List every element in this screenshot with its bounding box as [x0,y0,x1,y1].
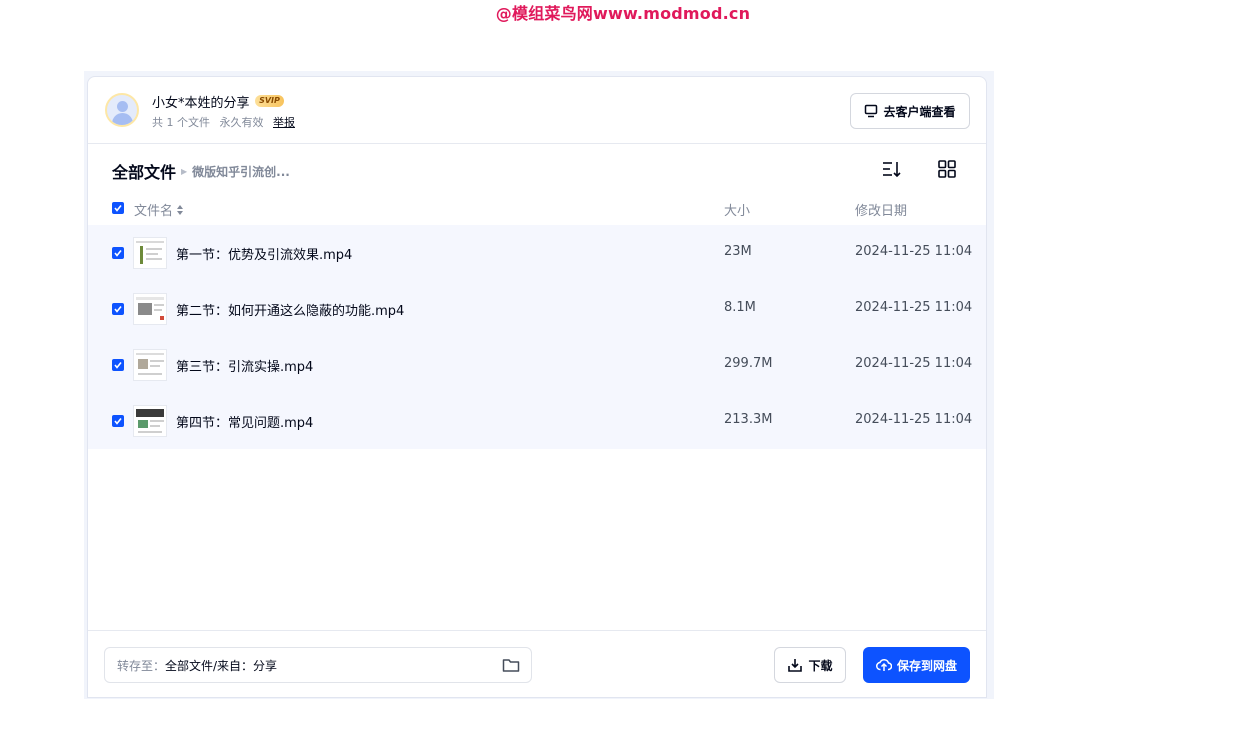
column-date: 修改日期 [855,204,908,219]
monitor-icon [865,104,878,118]
chevron-right-icon: ▶ [181,166,188,176]
share-footer: 转存至： 全部文件/来自：分享 下载 保存到网盘 [88,630,986,698]
video-thumbnail [133,405,167,437]
file-row[interactable]: 第二节：如何开通这么隐蔽的功能.mp4 8.1M 2024-11-25 11:0… [88,281,986,337]
row-checkbox[interactable] [112,303,124,315]
share-meta: 共 1 个文件 永久有效 举报 [152,114,301,130]
download-icon [788,659,803,672]
select-all-checkbox[interactable] [112,202,124,214]
report-link[interactable]: 举报 [273,116,295,129]
checkmark-icon [114,418,122,425]
folder-icon[interactable] [502,657,520,673]
save-path-selector[interactable]: 转存至： 全部文件/来自：分享 [104,647,532,683]
breadcrumb-current: 微版知乎引流创... [192,164,290,179]
grid-view-icon[interactable] [937,159,957,179]
file-date: 2024-11-25 11:04 [855,244,973,259]
save-path-label: 转存至： [117,658,166,673]
file-name[interactable]: 第一节：优势及引流效果.mp4 [176,244,352,263]
file-row[interactable]: 第四节：常见问题.mp4 213.3M 2024-11-25 11:04 [88,393,986,449]
file-name[interactable]: 第三节：引流实操.mp4 [176,356,313,375]
file-size: 8.1M [724,300,756,315]
row-checkbox[interactable] [112,415,124,427]
column-name-label: 文件名 [134,204,174,219]
open-client-button[interactable]: 去客户端查看 [850,93,970,129]
column-name[interactable]: 文件名 [134,200,184,219]
open-client-label: 去客户端查看 [883,104,956,119]
checkmark-icon [114,250,122,257]
video-thumbnail [133,293,167,325]
file-row[interactable]: 第三节：引流实操.mp4 299.7M 2024-11-25 11:04 [88,337,986,393]
checkmark-icon [114,306,122,313]
file-size: 299.7M [724,356,773,371]
save-to-cloud-label: 保存到网盘 [896,658,957,673]
save-to-cloud-button[interactable]: 保存到网盘 [863,647,970,683]
file-list-header: 文件名 大小 修改日期 [88,195,986,223]
row-checkbox[interactable] [112,359,124,371]
file-name[interactable]: 第四节：常见问题.mp4 [176,412,313,431]
download-label: 下载 [808,658,833,673]
video-thumbnail [133,237,167,269]
sort-icon[interactable] [881,159,901,179]
validity: 永久有效 [219,116,264,129]
breadcrumb-root[interactable]: 全部文件 [112,159,176,183]
avatar [105,93,139,127]
video-thumbnail [133,349,167,381]
row-checkbox[interactable] [112,247,124,259]
file-date: 2024-11-25 11:04 [855,300,973,315]
checkmark-icon [114,362,122,369]
file-size: 23M [724,244,752,259]
sort-toggle-icon [177,204,184,215]
file-date: 2024-11-25 11:04 [855,412,973,427]
file-name[interactable]: 第二节：如何开通这么隐蔽的功能.mp4 [176,300,404,319]
share-header: 小女*本姓的分享 SVIP 共 1 个文件 永久有效 举报 去客户端查看 [88,77,986,144]
svip-badge: SVIP [255,95,284,107]
file-row[interactable]: 第一节：优势及引流效果.mp4 23M 2024-11-25 11:04 [88,225,986,281]
file-count: 共 1 个文件 [152,116,210,129]
watermark-text: @模组菜鸟网www.modmod.cn [495,4,751,23]
share-owner-name: 小女*本姓的分享 [152,96,250,111]
checkmark-icon [114,205,122,212]
cloud-upload-icon [875,658,892,671]
share-card: 小女*本姓的分享 SVIP 共 1 个文件 永久有效 举报 去客户端查看 全部文… [87,76,987,698]
file-size: 213.3M [724,412,773,427]
column-size: 大小 [724,204,751,219]
download-button[interactable]: 下载 [774,647,846,683]
save-path-value: 全部文件/来自：分享 [165,658,278,673]
breadcrumb: 全部文件 ▶ 微版知乎引流创... [112,159,290,183]
file-date: 2024-11-25 11:04 [855,356,973,371]
file-list: 第一节：优势及引流效果.mp4 23M 2024-11-25 11:04 第二节… [88,225,986,449]
